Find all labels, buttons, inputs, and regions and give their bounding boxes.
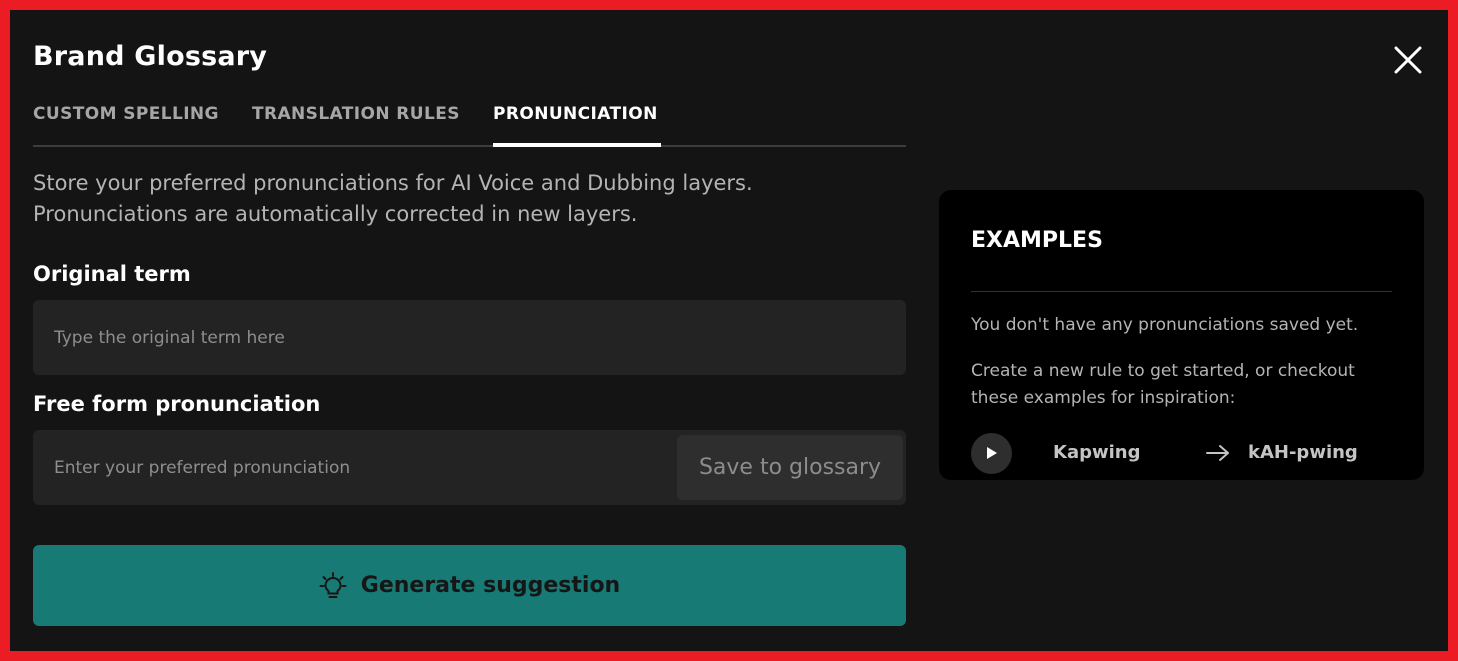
tab-translation-rules[interactable]: TRANSLATION RULES — [252, 104, 460, 124]
example-pronunciation: kAH-pwing — [1248, 442, 1358, 463]
play-example-button[interactable] — [971, 433, 1012, 474]
description-line-2: Pronunciations are automatically correct… — [33, 202, 638, 226]
close-icon — [1394, 46, 1422, 74]
active-tab-indicator — [493, 143, 661, 147]
tab-bar: CUSTOM SPELLING TRANSLATION RULES PRONUN… — [33, 98, 906, 147]
description: Store your preferred pronunciations for … — [33, 168, 906, 230]
generate-suggestion-label: Generate suggestion — [360, 573, 621, 598]
play-icon — [987, 447, 997, 459]
generate-suggestion-button[interactable]: Generate suggestion — [33, 545, 906, 626]
examples-divider — [971, 291, 1392, 292]
example-term: Kapwing — [1053, 442, 1141, 463]
pronunciation-field-container: Save to glossary — [33, 430, 906, 505]
description-line-1: Store your preferred pronunciations for … — [33, 171, 753, 195]
examples-panel: EXAMPLES You don't have any pronunciatio… — [939, 190, 1424, 480]
tab-pronunciation[interactable]: PRONUNCIATION — [493, 104, 658, 124]
save-to-glossary-button[interactable]: Save to glossary — [677, 435, 903, 500]
examples-empty-text: You don't have any pronunciations saved … — [971, 315, 1359, 335]
lightbulb-icon — [319, 571, 347, 598]
brand-glossary-dialog: Brand Glossary CUSTOM SPELLING TRANSLATI… — [10, 10, 1448, 651]
pronunciation-input[interactable] — [33, 430, 673, 505]
tab-custom-spelling[interactable]: CUSTOM SPELLING — [33, 104, 219, 124]
pronunciation-label: Free form pronunciation — [33, 392, 321, 416]
examples-hint-text: Create a new rule to get started, or che… — [971, 361, 1355, 408]
examples-title: EXAMPLES — [971, 228, 1103, 253]
original-term-input[interactable] — [33, 300, 906, 375]
original-term-label: Original term — [33, 262, 191, 286]
arrow-right-icon — [1206, 445, 1229, 461]
original-term-field-container — [33, 300, 906, 375]
close-button[interactable] — [1392, 44, 1424, 76]
dialog-title: Brand Glossary — [33, 41, 268, 72]
